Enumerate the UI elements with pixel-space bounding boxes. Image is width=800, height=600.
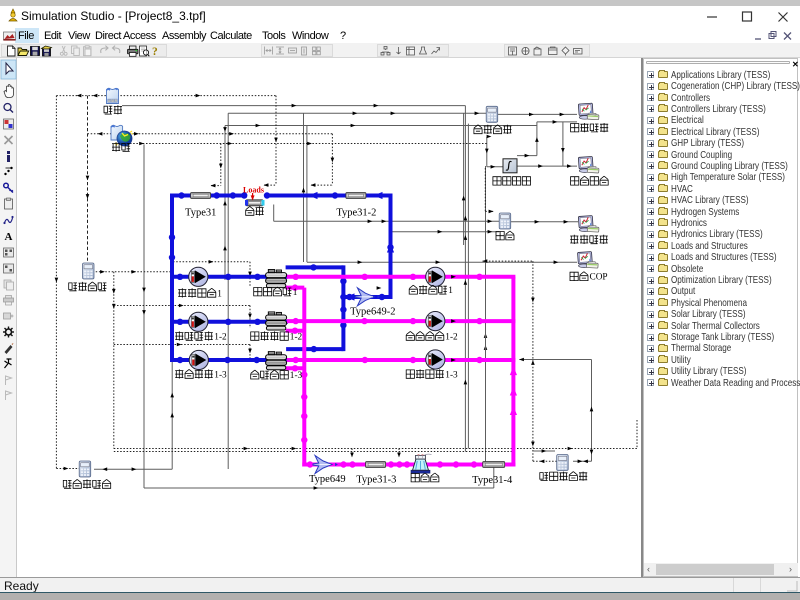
svg-text:1-2: 1-2 bbox=[214, 332, 227, 342]
svg-text:USER: USER bbox=[108, 99, 118, 103]
svg-text:1-2: 1-2 bbox=[290, 332, 303, 342]
svg-text:1: 1 bbox=[293, 288, 298, 298]
svg-text:Type31-4: Type31-4 bbox=[472, 475, 513, 486]
svg-text:Type31-3: Type31-3 bbox=[356, 475, 396, 486]
svg-text:1-3: 1-3 bbox=[290, 371, 303, 381]
svg-text:1-3: 1-3 bbox=[214, 370, 227, 380]
svg-text:Type649: Type649 bbox=[309, 474, 346, 485]
svg-text:Loads: Loads bbox=[243, 186, 264, 195]
svg-text:Type649-2: Type649-2 bbox=[350, 307, 395, 318]
svg-text:1: 1 bbox=[217, 289, 222, 299]
svg-text:Type31-2: Type31-2 bbox=[336, 208, 376, 219]
svg-text:COP: COP bbox=[590, 273, 608, 283]
svg-text:1: 1 bbox=[448, 286, 453, 296]
svg-text:1-3: 1-3 bbox=[445, 370, 458, 380]
svg-text:?: ? bbox=[152, 46, 158, 58]
svg-text:Type31: Type31 bbox=[185, 208, 216, 219]
svg-text:A: A bbox=[5, 231, 13, 243]
svg-text:1-2: 1-2 bbox=[445, 332, 458, 342]
